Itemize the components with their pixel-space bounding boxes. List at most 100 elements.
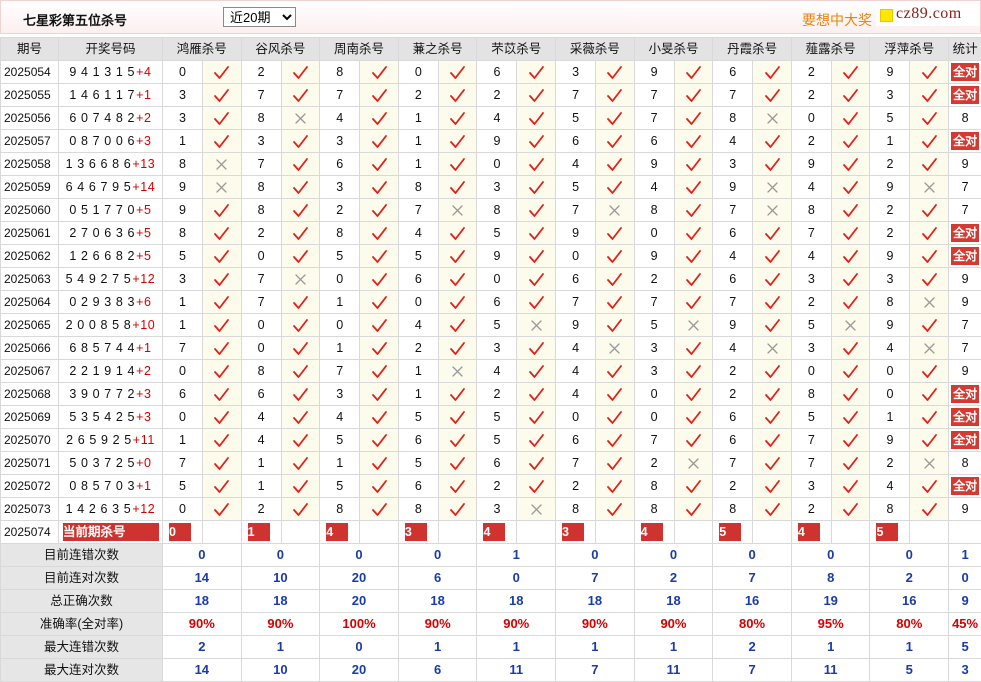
kill-result-cell xyxy=(831,199,870,222)
kill-number-cell: 5 xyxy=(477,314,517,337)
check-icon xyxy=(685,249,702,264)
col-header-stat: 统计 xyxy=(949,38,981,61)
kill-number-cell: 8 xyxy=(713,107,753,130)
check-icon xyxy=(449,387,466,402)
kill-number-cell: 7 xyxy=(791,222,831,245)
stats-value: 80% xyxy=(713,613,792,636)
check-icon xyxy=(921,88,938,103)
stats-value: 8 xyxy=(791,567,870,590)
kill-result-cell xyxy=(596,176,635,199)
check-icon xyxy=(606,134,623,149)
kill-result-cell xyxy=(674,360,713,383)
kill-number-cell: 6 xyxy=(713,222,753,245)
kill-number-cell: 8 xyxy=(241,199,281,222)
kill-number-cell: 9 xyxy=(870,245,910,268)
kill-result-cell xyxy=(203,176,242,199)
period-select[interactable]: 近20期 xyxy=(223,7,296,27)
kill-number-cell: 0 xyxy=(556,406,596,429)
kill-result-cell xyxy=(910,222,949,245)
kill-number-cell: 1 xyxy=(398,153,438,176)
kill-result-cell xyxy=(517,153,556,176)
kill-number-cell: 6 xyxy=(163,383,203,406)
kill-result-cell xyxy=(753,245,792,268)
check-icon xyxy=(685,65,702,80)
check-icon xyxy=(685,180,702,195)
kill-result-cell xyxy=(281,429,320,452)
kill-result-cell xyxy=(360,268,399,291)
stats-value: 1 xyxy=(241,636,320,659)
kill-result-cell xyxy=(596,337,635,360)
kill-number-cell: 7 xyxy=(163,452,203,475)
kill-number-cell: 6 xyxy=(713,429,753,452)
kill-number-cell: 3 xyxy=(477,176,517,199)
current-kill-cell: 4 xyxy=(634,521,674,544)
check-icon xyxy=(292,295,309,310)
kill-result-cell xyxy=(281,406,320,429)
promo-link[interactable]: 要想中大奖 xyxy=(802,10,872,30)
site-logo[interactable]: cz89.com xyxy=(876,4,980,26)
kill-number-cell: 3 xyxy=(477,498,517,521)
stats-value: 0 xyxy=(634,544,713,567)
issue-cell: 2025062 xyxy=(1,245,59,268)
stats-value: 18 xyxy=(398,590,477,613)
check-icon xyxy=(449,65,466,80)
kill-number-cell: 7 xyxy=(320,84,360,107)
kill-number-cell: 4 xyxy=(477,107,517,130)
table-row: 20250566 0 7 4 8 2+238414578058 xyxy=(1,107,981,130)
issue-cell: 2025074 xyxy=(1,521,59,544)
check-icon xyxy=(685,433,702,448)
stats-value: 7 xyxy=(713,567,792,590)
kill-number-cell: 0 xyxy=(477,153,517,176)
cross-icon xyxy=(529,318,544,333)
kill-result-cell xyxy=(910,61,949,84)
stats-value: 1 xyxy=(870,636,949,659)
check-icon xyxy=(371,157,388,172)
check-icon xyxy=(842,410,859,425)
col-header-killer: 薤露杀号 xyxy=(791,38,870,61)
kill-number-cell: 0 xyxy=(163,360,203,383)
check-icon xyxy=(685,88,702,103)
check-icon xyxy=(371,364,388,379)
kill-number-cell: 1 xyxy=(320,452,360,475)
draw-digits: 5 0 3 7 2 5 xyxy=(69,456,135,470)
current-kill-number: 5 xyxy=(876,523,898,541)
kill-result-cell xyxy=(753,61,792,84)
kill-number-cell: 2 xyxy=(870,153,910,176)
kill-result-cell xyxy=(517,429,556,452)
check-icon xyxy=(764,433,781,448)
stats-value: 90% xyxy=(241,613,320,636)
kill-number-cell: 6 xyxy=(713,406,753,429)
check-icon xyxy=(449,272,466,287)
stats-value: 1 xyxy=(791,636,870,659)
kill-result-cell xyxy=(360,406,399,429)
stats-value: 2 xyxy=(634,567,713,590)
kill-number-cell: 5 xyxy=(477,222,517,245)
check-icon xyxy=(371,410,388,425)
stats-value: 7 xyxy=(556,659,635,682)
draw-special-number: +2 xyxy=(136,111,151,125)
check-icon xyxy=(528,410,545,425)
kill-number-cell: 6 xyxy=(320,153,360,176)
logo-square-icon xyxy=(880,9,893,22)
kill-result-cell xyxy=(753,337,792,360)
stats-value: 10 xyxy=(241,567,320,590)
check-icon xyxy=(606,272,623,287)
cross-icon xyxy=(765,111,780,126)
kill-result-cell xyxy=(831,452,870,475)
draw-special-number: +6 xyxy=(136,295,151,309)
stat-cell: 9 xyxy=(949,498,981,521)
check-icon xyxy=(921,65,938,80)
col-header-killer: 采薇杀号 xyxy=(556,38,635,61)
kill-result-cell xyxy=(753,475,792,498)
stats-row: 目前连错次数00001000001 xyxy=(1,544,981,567)
kill-number-cell: 2 xyxy=(241,61,281,84)
check-icon xyxy=(371,433,388,448)
kill-result-cell xyxy=(753,176,792,199)
kill-number-cell: 0 xyxy=(634,222,674,245)
kill-number-cell: 9 xyxy=(791,153,831,176)
cross-icon xyxy=(607,203,622,218)
check-icon xyxy=(292,502,309,517)
table-row: 20250635 4 9 2 7 5+1237060626339 xyxy=(1,268,981,291)
stats-value: 1 xyxy=(398,636,477,659)
check-icon xyxy=(371,180,388,195)
